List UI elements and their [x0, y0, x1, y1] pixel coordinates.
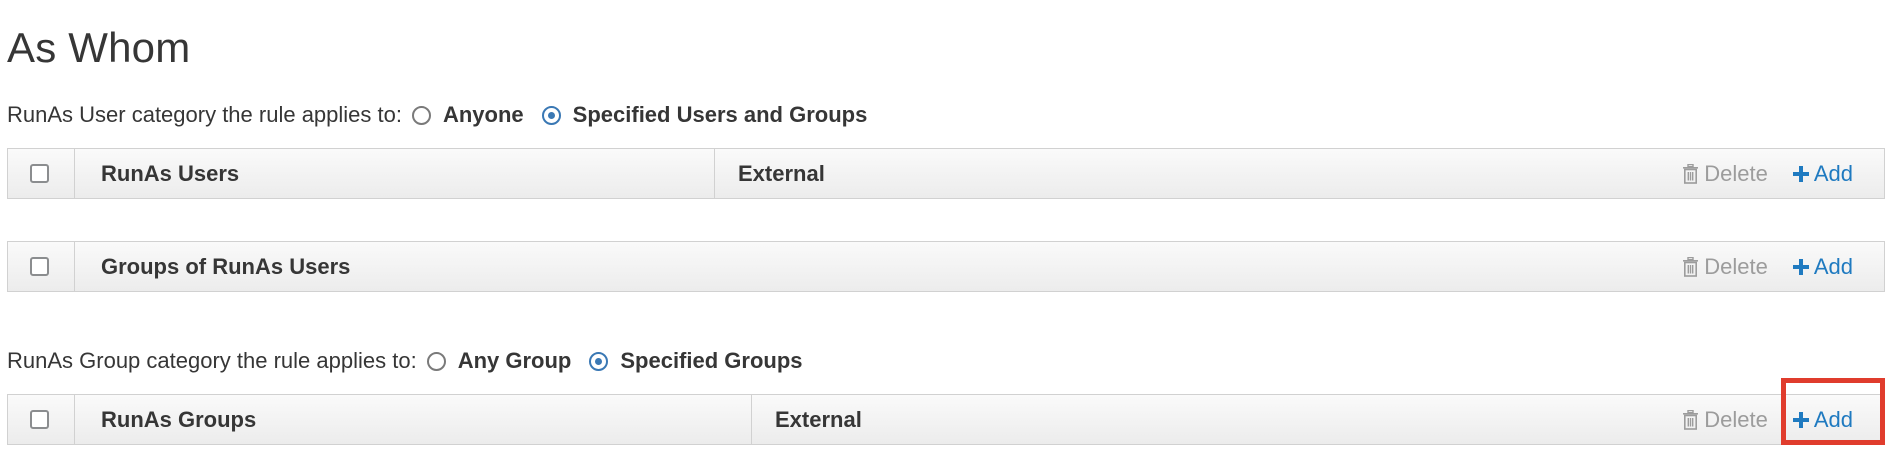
radio-option-anyone[interactable]: Anyone — [411, 102, 524, 128]
runas-groups-table-header: RunAs Groups External Delete Add — [7, 394, 1885, 445]
runas-users-add-button[interactable]: Add — [1792, 161, 1853, 187]
runas-users-select-all-checkbox[interactable] — [30, 164, 49, 183]
trash-icon — [1683, 163, 1699, 184]
runas-user-groups-table-header: Groups of RunAs Users Delete Add — [7, 241, 1885, 292]
external-column-header[interactable]: External — [775, 395, 862, 444]
external-column-header[interactable]: External — [738, 149, 825, 198]
runas-group-category-label: RunAs Group category the rule applies to… — [7, 348, 417, 373]
select-all-cell — [8, 149, 75, 198]
delete-label: Delete — [1704, 253, 1768, 279]
trash-icon — [1683, 256, 1699, 277]
radio-anyone-label: Anyone — [442, 102, 524, 127]
trash-icon — [1683, 409, 1699, 430]
runas-users-actions: Delete Add — [1682, 149, 1853, 198]
add-label: Add — [1813, 160, 1853, 186]
runas-user-groups-delete-button[interactable]: Delete — [1682, 254, 1768, 280]
radio-specified-groups[interactable] — [589, 351, 609, 371]
delete-label: Delete — [1704, 406, 1768, 432]
delete-label: Delete — [1704, 160, 1768, 186]
runas-groups-delete-button[interactable]: Delete — [1682, 407, 1768, 433]
section-title: As Whom — [7, 24, 191, 71]
radio-specified-users-and-groups[interactable] — [541, 105, 561, 125]
plus-icon — [1792, 411, 1809, 428]
runas-user-groups-add-button[interactable]: Add — [1792, 254, 1853, 280]
add-label: Add — [1813, 406, 1853, 432]
runas-users-delete-button[interactable]: Delete — [1682, 161, 1768, 187]
radio-any-group[interactable] — [426, 351, 446, 371]
runas-groups-add-button[interactable]: Add — [1792, 407, 1853, 433]
runas-user-groups-actions: Delete Add — [1682, 242, 1853, 291]
runas-groups-select-all-checkbox[interactable] — [30, 410, 49, 429]
radio-option-any-group[interactable]: Any Group — [426, 348, 572, 374]
radio-specified-users-and-groups-label: Specified Users and Groups — [572, 102, 868, 127]
radio-specified-groups-label: Specified Groups — [620, 348, 803, 373]
plus-icon — [1792, 258, 1809, 275]
radio-option-specified-groups[interactable]: Specified Groups — [589, 348, 803, 374]
select-all-cell — [8, 395, 75, 444]
runas-groups-actions: Delete Add — [1682, 395, 1853, 444]
runas-users-column-header[interactable]: RunAs Users — [75, 149, 715, 198]
runas-user-category: RunAs User category the rule applies to:… — [7, 100, 885, 130]
select-all-cell — [8, 242, 75, 291]
plus-icon — [1792, 165, 1809, 182]
radio-anyone[interactable] — [411, 105, 431, 125]
runas-groups-column-header[interactable]: RunAs Groups — [75, 395, 752, 444]
radio-option-specified-users-and-groups[interactable]: Specified Users and Groups — [541, 102, 868, 128]
radio-any-group-label: Any Group — [457, 348, 572, 373]
runas-user-groups-select-all-checkbox[interactable] — [30, 257, 49, 276]
runas-users-table-header: RunAs Users External Delete Add — [7, 148, 1885, 199]
runas-user-category-label: RunAs User category the rule applies to: — [7, 102, 402, 127]
runas-group-category: RunAs Group category the rule applies to… — [7, 346, 821, 376]
add-label: Add — [1813, 253, 1853, 279]
groups-of-runas-users-column-header[interactable]: Groups of RunAs Users — [101, 242, 350, 291]
